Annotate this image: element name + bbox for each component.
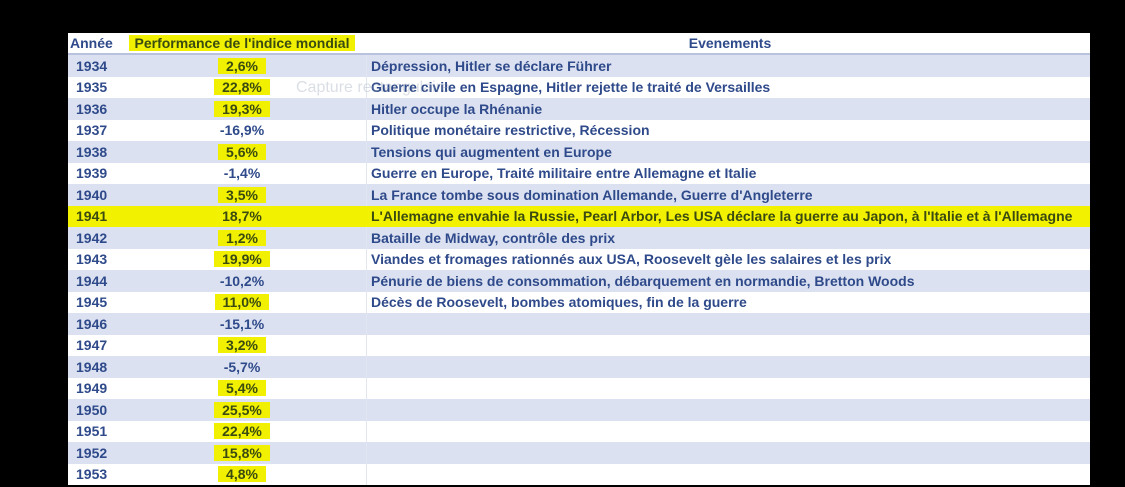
table-row: 1952 15,8% xyxy=(68,442,1090,464)
header-row: Année Performance de l'indice mondial Ev… xyxy=(68,33,1090,55)
event-cell[interactable]: La France tombe sous domination Allemand… xyxy=(367,187,1090,203)
spreadsheet-table: Année Performance de l'indice mondial Ev… xyxy=(68,33,1090,485)
performance-cell[interactable]: 22,8% xyxy=(118,76,367,98)
year-cell[interactable]: 1946 xyxy=(68,316,118,332)
event-cell[interactable]: Guerre civile en Espagne, Hitler rejette… xyxy=(367,79,1090,95)
event-cell[interactable]: Dépression, Hitler se déclare Führer xyxy=(367,58,1090,74)
event-cell[interactable]: Pénurie de biens de consommation, débarq… xyxy=(367,273,1090,289)
table-row: 1950 25,5% xyxy=(68,399,1090,421)
year-cell[interactable]: 1949 xyxy=(68,380,118,396)
table-row: 1935 22,8% Guerre civile en Espagne, Hitle… xyxy=(68,76,1090,98)
year-cell[interactable]: 1953 xyxy=(68,466,118,482)
header-events[interactable]: Evenements xyxy=(366,35,1090,51)
performance-value: -1,4% xyxy=(223,165,261,182)
performance-value: -10,2% xyxy=(219,272,265,289)
table-row: 1951 22,4% xyxy=(68,420,1090,442)
performance-cell[interactable]: 3,5% xyxy=(118,184,367,206)
year-cell[interactable]: 1950 xyxy=(68,402,118,418)
table-row: 1943 19,9% Viandes et fromages rationnés a… xyxy=(68,248,1090,270)
event-cell[interactable]: Hitler occupe la Rhénanie xyxy=(367,101,1090,117)
year-cell[interactable]: 1941 xyxy=(68,208,118,224)
performance-cell[interactable]: 19,9% xyxy=(118,248,367,270)
event-cell[interactable]: Viandes et fromages rationnés aux USA, R… xyxy=(367,251,1090,267)
year-cell[interactable]: 1939 xyxy=(68,165,118,181)
year-cell[interactable]: 1951 xyxy=(68,423,118,439)
year-cell[interactable]: 1942 xyxy=(68,230,118,246)
performance-value: -5,7% xyxy=(223,358,261,375)
performance-value: 1,2% xyxy=(218,229,266,246)
performance-cell[interactable]: -1,4% xyxy=(118,162,367,184)
table-row: 1948 -5,7% xyxy=(68,356,1090,378)
performance-cell[interactable]: 5,6% xyxy=(118,141,367,163)
event-cell[interactable]: Décès de Roosevelt, bombes atomiques, fi… xyxy=(367,294,1090,310)
performance-value: 15,8% xyxy=(214,444,270,461)
year-cell[interactable]: 1948 xyxy=(68,359,118,375)
event-cell[interactable]: Tensions qui augmentent en Europe xyxy=(367,144,1090,160)
year-cell[interactable]: 1938 xyxy=(68,144,118,160)
header-performance: Performance de l'indice mondial xyxy=(128,35,356,51)
performance-cell[interactable]: -16,9% xyxy=(118,119,367,141)
year-cell[interactable]: 1944 xyxy=(68,273,118,289)
header-performance-cell[interactable]: Performance de l'indice mondial xyxy=(118,33,366,53)
performance-value: 2,6% xyxy=(218,57,266,74)
performance-cell[interactable]: -15,1% xyxy=(118,313,367,335)
performance-value: 19,9% xyxy=(214,251,270,268)
performance-value: 3,2% xyxy=(218,337,266,354)
year-cell[interactable]: 1940 xyxy=(68,187,118,203)
header-year[interactable]: Année xyxy=(68,35,118,51)
year-cell[interactable]: 1936 xyxy=(68,101,118,117)
performance-cell[interactable]: 3,2% xyxy=(118,334,367,356)
table-row: 1940 3,5% La France tombe sous domination … xyxy=(68,184,1090,206)
table-row: 1942 1,2% Bataille de Midway, contrôle des… xyxy=(68,227,1090,249)
performance-cell[interactable]: 15,8% xyxy=(118,442,367,464)
performance-value: 19,3% xyxy=(214,100,270,117)
table-row: 1953 4,8% xyxy=(68,463,1090,485)
performance-cell[interactable]: 2,6% xyxy=(118,55,367,77)
performance-value: -15,1% xyxy=(219,315,265,332)
table-row: 1939 -1,4% Guerre en Europe, Traité milita… xyxy=(68,162,1090,184)
performance-cell[interactable]: 4,8% xyxy=(118,463,367,485)
performance-cell[interactable]: -10,2% xyxy=(118,270,367,292)
year-cell[interactable]: 1935 xyxy=(68,79,118,95)
table-row: 1936 19,3% Hitler occupe la Rhénanie xyxy=(68,98,1090,120)
table-row: 1938 5,6% Tensions qui augmentent en Europ… xyxy=(68,141,1090,163)
year-cell[interactable]: 1945 xyxy=(68,294,118,310)
performance-value: 22,8% xyxy=(214,79,270,96)
performance-value: 4,8% xyxy=(218,466,266,483)
year-cell[interactable]: 1947 xyxy=(68,337,118,353)
performance-cell[interactable]: 5,4% xyxy=(118,377,367,399)
performance-cell[interactable]: 11,0% xyxy=(118,291,367,313)
table-row: 1946 -15,1% xyxy=(68,313,1090,335)
performance-value: 11,0% xyxy=(214,294,270,311)
table-row: 1941 18,7% L'Allemagne envahie la Russie, … xyxy=(68,205,1090,228)
performance-value: -16,9% xyxy=(219,122,265,139)
year-cell[interactable]: 1952 xyxy=(68,445,118,461)
year-cell[interactable]: 1934 xyxy=(68,58,118,74)
performance-cell[interactable]: -5,7% xyxy=(118,356,367,378)
performance-cell[interactable]: 1,2% xyxy=(118,227,367,249)
table-row: 1947 3,2% xyxy=(68,334,1090,356)
performance-cell[interactable]: 25,5% xyxy=(118,399,367,421)
performance-cell[interactable]: 22,4% xyxy=(118,420,367,442)
event-cell[interactable]: Guerre en Europe, Traité militaire entre… xyxy=(367,165,1090,181)
event-cell[interactable]: Bataille de Midway, contrôle des prix xyxy=(367,230,1090,246)
performance-value: 22,4% xyxy=(214,423,270,440)
performance-value: 5,4% xyxy=(218,380,266,397)
year-cell[interactable]: 1943 xyxy=(68,251,118,267)
performance-cell[interactable]: 18,7% xyxy=(118,206,367,228)
performance-cell[interactable]: 19,3% xyxy=(118,98,367,120)
table-row: 1934 2,6% Dépression, Hitler se déclare Fü… xyxy=(68,55,1090,77)
performance-value: 3,5% xyxy=(218,186,266,203)
year-cell[interactable]: 1937 xyxy=(68,122,118,138)
table-row: 1944 -10,2% Pénurie de biens de consommati… xyxy=(68,270,1090,292)
performance-value: 5,6% xyxy=(218,143,266,160)
table-row: 1945 11,0% Décès de Roosevelt, bombes atom… xyxy=(68,291,1090,313)
performance-value: 18,7% xyxy=(222,208,262,225)
table-row: 1937 -16,9% Politique monétaire restrictiv… xyxy=(68,119,1090,141)
event-cell[interactable]: L'Allemagne envahie la Russie, Pearl Arb… xyxy=(367,208,1090,224)
table-row: 1949 5,4% xyxy=(68,377,1090,399)
performance-value: 25,5% xyxy=(214,401,270,418)
event-cell[interactable]: Politique monétaire restrictive, Récessi… xyxy=(367,122,1090,138)
